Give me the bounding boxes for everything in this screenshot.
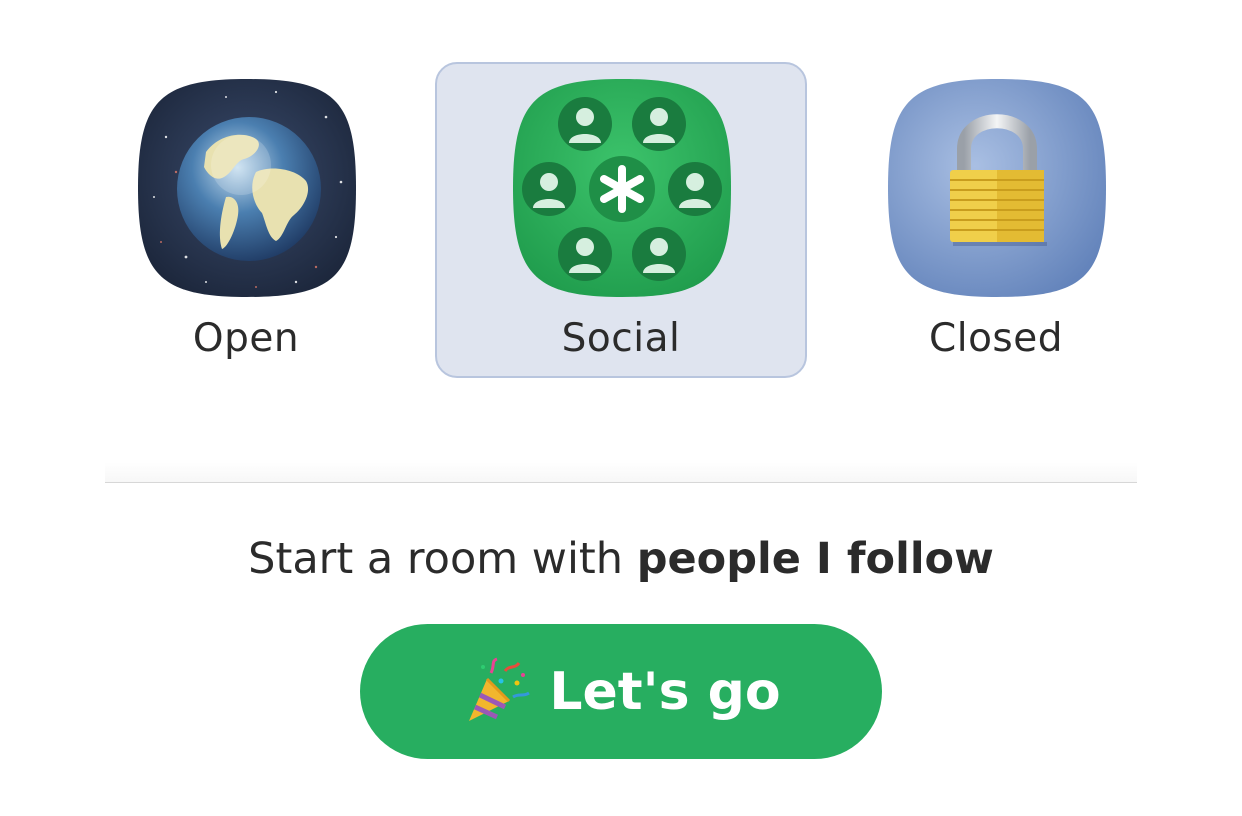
- room-type-closed-label: Closed: [929, 316, 1063, 361]
- social-group-icon: [511, 77, 733, 299]
- room-type-open[interactable]: Open: [60, 62, 432, 378]
- globe-icon: [136, 77, 358, 299]
- lets-go-label: Let's go: [549, 661, 781, 722]
- padlock-icon: [886, 77, 1108, 299]
- room-type-social[interactable]: Social: [435, 62, 807, 378]
- room-type-open-label: Open: [192, 316, 300, 361]
- prompt-prefix: Start a room with: [248, 534, 637, 584]
- room-audience-prompt: Start a room with people I follow: [0, 534, 1242, 584]
- room-type-social-label: Social: [561, 316, 681, 361]
- room-type-picker: Open Social Closed Start a room with peo…: [0, 0, 1242, 816]
- divider-shadow: [105, 462, 1137, 482]
- divider: [105, 482, 1137, 483]
- room-type-closed[interactable]: Closed: [810, 62, 1182, 378]
- party-popper-icon: [461, 657, 531, 727]
- prompt-audience: people I follow: [636, 534, 994, 584]
- lets-go-button[interactable]: Let's go: [360, 624, 882, 759]
